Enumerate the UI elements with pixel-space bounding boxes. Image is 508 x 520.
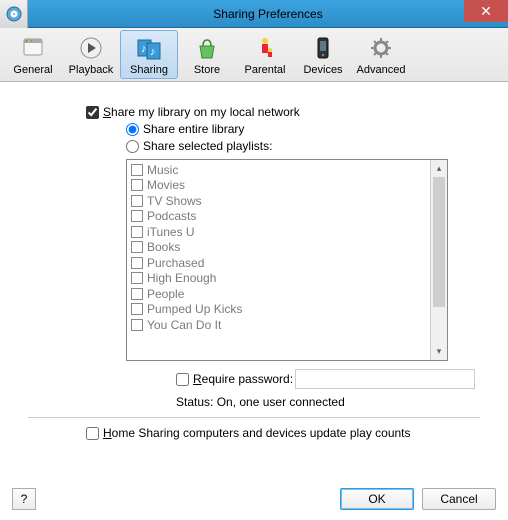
playlist-item[interactable]: Music: [131, 162, 443, 178]
general-icon: [18, 34, 48, 62]
cancel-button[interactable]: Cancel: [422, 488, 496, 510]
tab-general-label: General: [13, 64, 52, 76]
playlist-checkbox[interactable]: [131, 241, 143, 253]
playlist-item[interactable]: Movies: [131, 178, 443, 194]
playlist-item[interactable]: iTunes U: [131, 224, 443, 240]
titlebar: Sharing Preferences ✕: [0, 0, 508, 28]
share-library-checkbox[interactable]: [86, 106, 99, 119]
tab-advanced[interactable]: Advanced: [352, 30, 410, 79]
playlist-checkbox[interactable]: [131, 179, 143, 191]
svg-text:♪: ♪: [141, 43, 147, 55]
playback-icon: [76, 34, 106, 62]
tab-parental-label: Parental: [245, 64, 286, 76]
playlist-name: TV Shows: [147, 194, 202, 208]
share-entire-radio[interactable]: [126, 123, 139, 136]
home-sharing-checkbox[interactable]: [86, 427, 99, 440]
playlist-name: You Can Do It: [147, 318, 221, 332]
tab-store[interactable]: Store: [178, 30, 236, 79]
playlist-checkbox[interactable]: [131, 288, 143, 300]
scroll-down-icon[interactable]: ▾: [431, 343, 447, 360]
tab-advanced-label: Advanced: [357, 64, 406, 76]
help-button[interactable]: ?: [12, 488, 36, 510]
playlist-name: Podcasts: [147, 209, 196, 223]
scroll-up-icon[interactable]: ▴: [431, 160, 447, 177]
share-selected-label: Share selected playlists:: [143, 139, 272, 153]
playlist-name: Music: [147, 163, 178, 177]
password-field[interactable]: [295, 369, 475, 389]
require-password-label: equire password:: [202, 372, 293, 386]
playlist-item[interactable]: Podcasts: [131, 209, 443, 225]
parental-icon: [250, 34, 280, 62]
playlist-item[interactable]: Books: [131, 240, 443, 256]
playlist-checkbox[interactable]: [131, 195, 143, 207]
tab-playback[interactable]: Playback: [62, 30, 120, 79]
playlist-name: Movies: [147, 178, 185, 192]
tab-playback-label: Playback: [69, 64, 114, 76]
playlist-item[interactable]: People: [131, 286, 443, 302]
playlist-checkbox[interactable]: [131, 210, 143, 222]
tab-devices[interactable]: Devices: [294, 30, 352, 79]
share-library-label: hare my library on my local network: [111, 105, 300, 119]
tab-sharing[interactable]: ♪♪ Sharing: [120, 30, 178, 79]
playlist-checkbox[interactable]: [131, 303, 143, 315]
store-icon: [192, 34, 222, 62]
playlist-name: Purchased: [147, 256, 204, 270]
playlist-name: iTunes U: [147, 225, 195, 239]
divider: [28, 417, 480, 418]
home-sharing-label: ome Sharing computers and devices update…: [112, 426, 411, 440]
playlist-name: High Enough: [147, 271, 216, 285]
advanced-icon: [366, 34, 396, 62]
playlist-item[interactable]: Pumped Up Kicks: [131, 302, 443, 318]
devices-icon: [308, 34, 338, 62]
playlist-checkbox[interactable]: [131, 226, 143, 238]
playlist-item[interactable]: High Enough: [131, 271, 443, 287]
prefs-toolbar: General Playback ♪♪ Sharing Store Parent…: [0, 28, 508, 82]
scroll-thumb[interactable]: [433, 177, 445, 307]
playlist-checkbox[interactable]: [131, 272, 143, 284]
ok-button[interactable]: OK: [340, 488, 414, 510]
app-icon: [0, 0, 28, 28]
playlist-item[interactable]: TV Shows: [131, 193, 443, 209]
share-selected-radio[interactable]: [126, 140, 139, 153]
svg-text:♪: ♪: [150, 46, 156, 58]
tab-sharing-label: Sharing: [130, 64, 168, 76]
playlist-name: Pumped Up Kicks: [147, 302, 242, 316]
window-title: Sharing Preferences: [28, 7, 508, 21]
playlist-item[interactable]: Purchased: [131, 255, 443, 271]
playlist-checkbox[interactable]: [131, 257, 143, 269]
playlists-listbox[interactable]: MusicMovies TV ShowsPodcasts iTunes UBooks…: [126, 159, 448, 361]
listbox-scrollbar[interactable]: ▴ ▾: [430, 160, 447, 360]
tab-devices-label: Devices: [303, 64, 342, 76]
require-password-checkbox[interactable]: [176, 373, 189, 386]
playlist-checkbox[interactable]: [131, 319, 143, 331]
status-label: Status: On, one user connected: [176, 395, 480, 409]
tab-general[interactable]: General: [4, 30, 62, 79]
playlist-name: People: [147, 287, 184, 301]
close-button[interactable]: ✕: [464, 0, 508, 22]
playlist-name: Books: [147, 240, 180, 254]
tab-parental[interactable]: Parental: [236, 30, 294, 79]
share-entire-label: Share entire library: [143, 122, 244, 136]
playlist-checkbox[interactable]: [131, 164, 143, 176]
content-area: Share my library on my local network Sha…: [0, 82, 508, 450]
playlist-item[interactable]: You Can Do It: [131, 317, 443, 333]
sharing-icon: ♪♪: [134, 34, 164, 62]
tab-store-label: Store: [194, 64, 220, 76]
